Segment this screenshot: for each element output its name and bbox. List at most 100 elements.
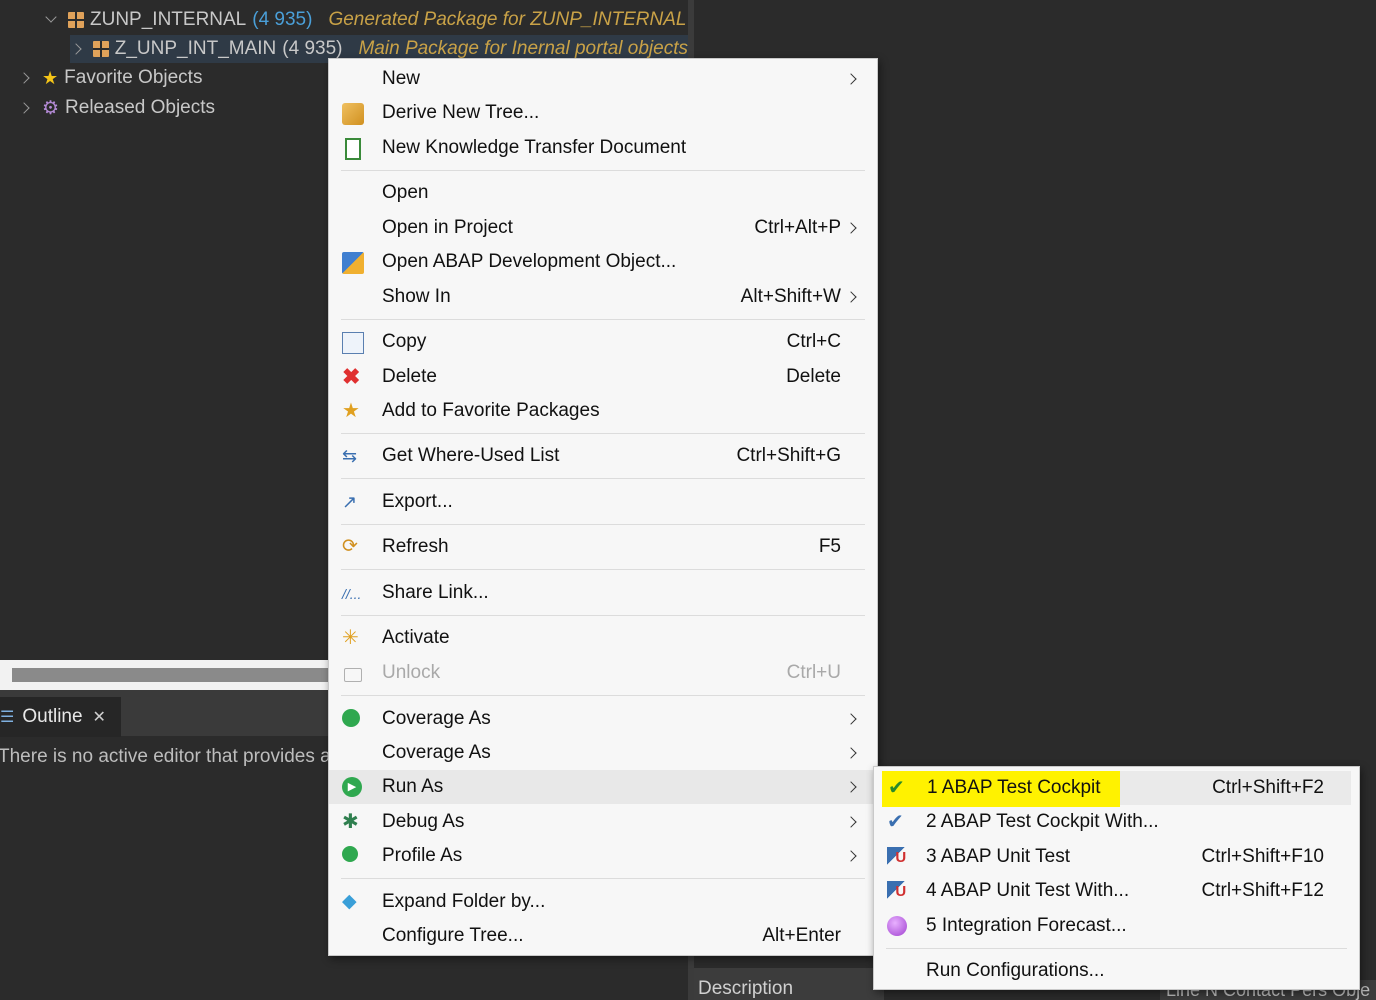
menu-separator (341, 478, 865, 479)
menu-item-label: Profile As (382, 845, 463, 866)
menu-separator (341, 524, 865, 525)
menu-item-debug-as[interactable]: ✱ Debug As (329, 805, 877, 839)
run-icon: ▶ (342, 777, 362, 797)
tree-item-label: ZUNP_INTERNAL (90, 9, 247, 30)
abap-unit-icon: U (887, 847, 909, 869)
package-icon (93, 41, 109, 57)
close-icon[interactable]: ✕ (93, 707, 106, 727)
tree-item-description: Generated Package for ZUNP_INTERNAL (328, 9, 687, 30)
menu-item-shortcut: Delete (786, 366, 841, 387)
menu-item-coverage-as[interactable]: Coverage As (329, 702, 877, 736)
menu-item-abap-unit-test-with[interactable]: U 4 ABAP Unit Test With... Ctrl+Shift+F1… (874, 874, 1359, 908)
menu-item-label: New (382, 68, 421, 89)
menu-item-label: Coverage As (382, 708, 491, 729)
menu-item-label: Open ABAP Development Object... (382, 251, 677, 272)
menu-item-shortcut: Alt+Enter (762, 925, 841, 946)
menu-item-integration-forecast[interactable]: 5 Integration Forecast... (874, 909, 1359, 943)
document-icon (345, 138, 361, 160)
menu-item-add-to-favorite-packages[interactable]: ★ Add to Favorite Packages (329, 394, 877, 428)
tab-outline[interactable]: ☰ Outline ✕ (0, 697, 121, 737)
menu-item-configure-tree[interactable]: Configure Tree... Alt+Enter (329, 919, 877, 953)
menu-item-show-in[interactable]: Show In Alt+Shift+W (329, 280, 877, 314)
tree-item-description: Main Package for Inernal portal objects (358, 38, 688, 59)
abap-test-cockpit-icon: ✔ (887, 811, 904, 833)
activate-icon: ✳ (342, 627, 359, 649)
menu-item-run-configurations[interactable]: Run Configurations... (874, 954, 1359, 988)
menu-item-new[interactable]: New (329, 62, 877, 96)
menu-item-label: 3 ABAP Unit Test (926, 846, 1070, 867)
chevron-right-icon (845, 291, 857, 303)
menu-item-share-link[interactable]: //... Share Link... (329, 576, 877, 610)
menu-item-label: Open (382, 182, 429, 203)
chevron-right-icon[interactable] (70, 42, 83, 56)
menu-item-expand-folder-by[interactable]: ◆ Expand Folder by... (329, 885, 877, 919)
tree-item-count: (4 935) (252, 9, 313, 30)
menu-item-label: New Knowledge Transfer Document (382, 137, 687, 158)
menu-item-abap-unit-test[interactable]: U 3 ABAP Unit Test Ctrl+Shift+F10 (874, 840, 1359, 874)
menu-separator (341, 615, 865, 616)
abap-unit-icon: U (887, 881, 909, 903)
chevron-right-icon (845, 222, 857, 234)
menu-item-abap-test-cockpit[interactable]: ✔ 1 ABAP Test Cockpit Ctrl+Shift+F2 (882, 771, 1351, 807)
menu-item-derive-new-tree[interactable]: Derive New Tree... (329, 96, 877, 130)
menu-item-label: Debug As (382, 811, 465, 832)
menu-item-run-as[interactable]: ▶ Run As (329, 770, 877, 804)
menu-item-export[interactable]: ↗ Export... (329, 485, 877, 519)
menu-item-coverage-as-2[interactable]: Coverage As (329, 736, 877, 770)
menu-item-new-knowledge-transfer-document[interactable]: New Knowledge Transfer Document (329, 131, 877, 165)
menu-item-label: 1 ABAP Test Cockpit (927, 777, 1101, 798)
menu-item-label: Unlock (382, 662, 441, 683)
tree-item-zunp-internal[interactable]: ZUNP_INTERNAL (4 935) Generated Package … (44, 6, 686, 34)
menu-item-get-where-used-list[interactable]: ⇆ Get Where-Used List Ctrl+Shift+G (329, 439, 877, 473)
menu-separator (341, 695, 865, 696)
star-icon: ★ (42, 67, 59, 88)
run-as-submenu: ✔ 1 ABAP Test Cockpit Ctrl+Shift+F2 ✔ 2 … (873, 766, 1360, 990)
chevron-right-icon (845, 73, 857, 85)
unlock-icon (344, 668, 362, 682)
menu-separator (341, 878, 865, 879)
profile-icon (342, 846, 358, 862)
tree-item-favorite-objects[interactable]: ★ Favorite Objects (18, 64, 202, 92)
menu-item-delete[interactable]: ✖ Delete Delete (329, 360, 877, 394)
coverage-icon (342, 709, 360, 727)
menu-item-abap-test-cockpit-with[interactable]: ✔ 2 ABAP Test Cockpit With... (874, 805, 1359, 839)
menu-item-profile-as[interactable]: Profile As (329, 839, 877, 873)
chevron-down-icon[interactable] (44, 13, 58, 27)
chevron-right-icon[interactable] (18, 101, 32, 115)
refresh-icon: ⟳ (342, 536, 358, 557)
chevron-right-icon[interactable] (18, 71, 32, 85)
menu-item-label: Copy (382, 331, 427, 352)
tree-item-released-objects[interactable]: ⚙ Released Objects (18, 94, 215, 122)
export-icon: ↗ (342, 492, 358, 512)
menu-item-open[interactable]: Open (329, 176, 877, 210)
favorite-package-icon: ★ (342, 400, 360, 422)
menu-separator (341, 319, 865, 320)
menu-item-shortcut: Alt+Shift+W (740, 286, 841, 307)
tab-outline-label: Outline (22, 706, 83, 727)
menu-item-label: Expand Folder by... (382, 891, 546, 912)
copy-icon (342, 332, 364, 354)
menu-item-shortcut: Ctrl+Shift+G (736, 445, 841, 466)
chevron-right-icon (845, 816, 857, 828)
gear-icon: ⚙ (42, 97, 60, 119)
horizontal-scrollbar[interactable] (0, 660, 330, 690)
outline-icon: ☰ (0, 709, 15, 726)
menu-item-label: Coverage As (382, 742, 491, 763)
menu-item-unlock: Unlock Ctrl+U (329, 656, 877, 690)
tree-item-label: Z_UNP_INT_MAIN (114, 38, 277, 59)
menu-item-shortcut: Ctrl+Shift+F10 (1201, 846, 1325, 867)
expand-folder-icon: ◆ (342, 891, 357, 912)
menu-item-copy[interactable]: Copy Ctrl+C (329, 325, 877, 359)
menu-separator (886, 948, 1347, 949)
menu-item-activate[interactable]: ✳ Activate (329, 621, 877, 655)
delete-icon: ✖ (342, 364, 361, 389)
menu-item-open-abap-development-object[interactable]: Open ABAP Development Object... (329, 245, 877, 279)
menu-item-refresh[interactable]: ⟳ Refresh F5 (329, 530, 877, 564)
menu-item-label: Run Configurations... (926, 960, 1105, 981)
scrollbar-thumb[interactable] (12, 668, 330, 682)
menu-item-label: Refresh (382, 536, 449, 557)
menu-item-label: 4 ABAP Unit Test With... (926, 880, 1130, 901)
menu-item-shortcut: Ctrl+Shift+F12 (1201, 880, 1325, 901)
description-column-header[interactable]: Description (694, 968, 884, 1000)
menu-item-open-in-project[interactable]: Open in Project Ctrl+Alt+P (329, 211, 877, 245)
